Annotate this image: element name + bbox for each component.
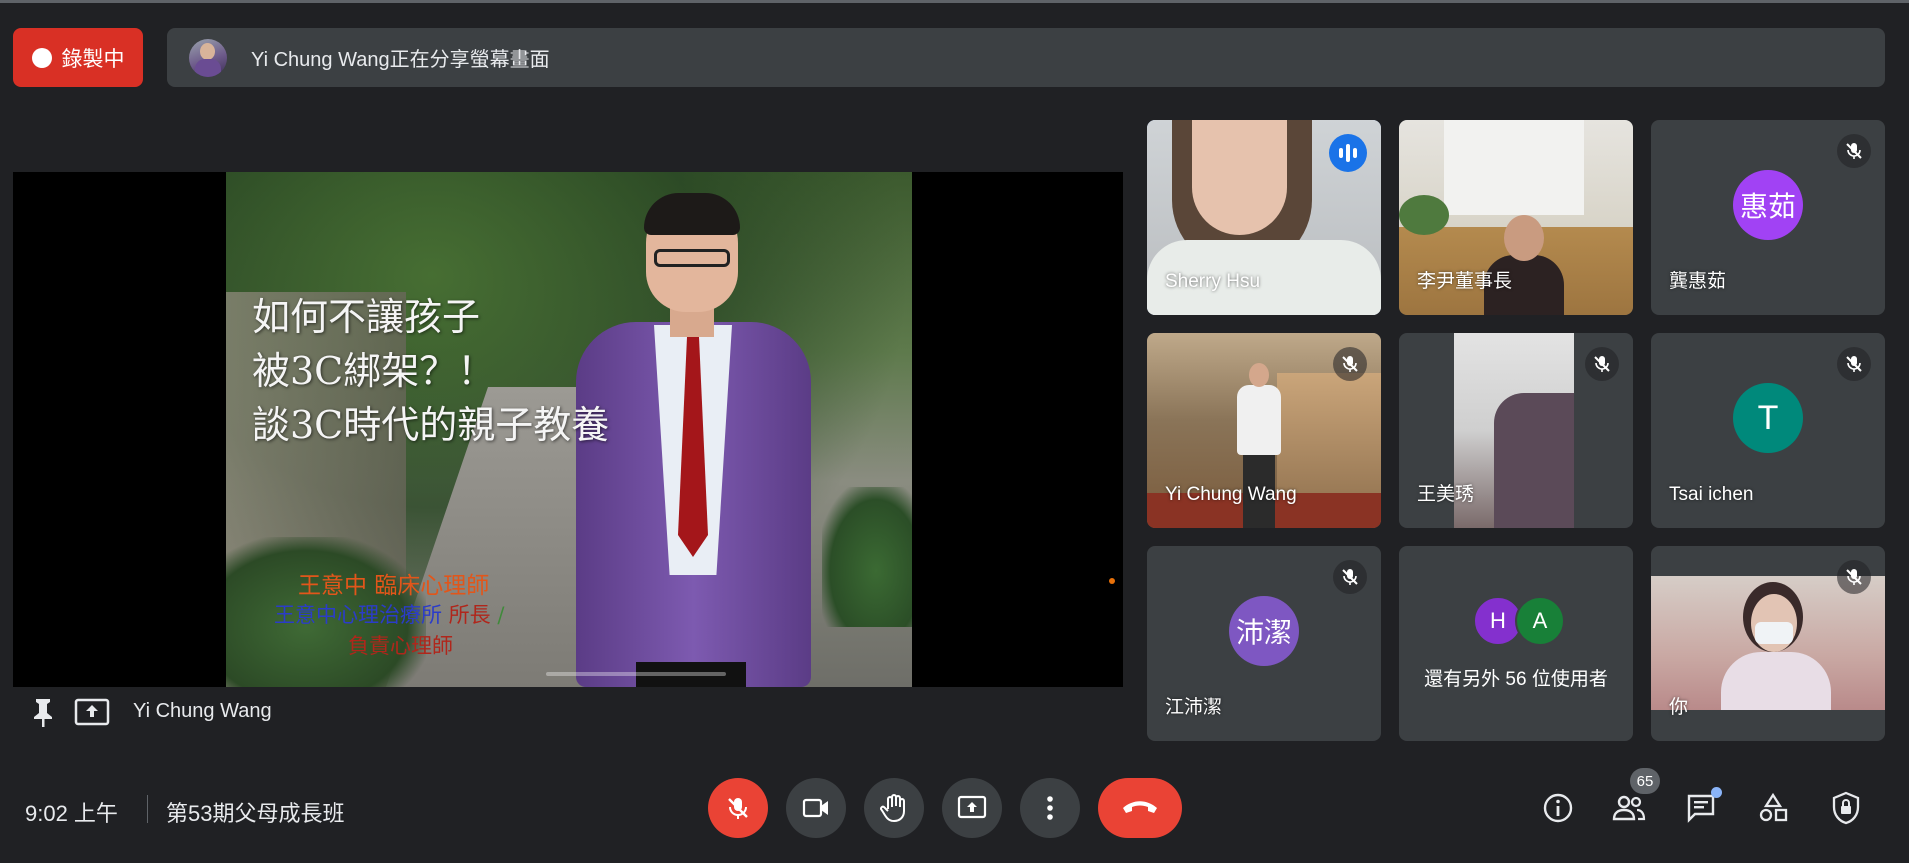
window-top-line: [0, 0, 1909, 3]
slide-title: 如何不讓孩子 被3C綁架？！ 談3C時代的親子教養: [252, 290, 609, 452]
participant-name: Sherry Hsu: [1165, 271, 1261, 292]
self-video: [1651, 576, 1885, 710]
present-now-button[interactable]: [942, 778, 1002, 838]
others-avatars: H A: [1473, 596, 1565, 646]
presentation-icon[interactable]: [74, 697, 110, 727]
pointer-dot: [1109, 578, 1115, 584]
participant-tile[interactable]: 惠茹 龔惠茹: [1651, 120, 1885, 315]
raise-hand-button[interactable]: [864, 778, 924, 838]
slide-scrollbar: [546, 672, 726, 676]
participant-count-badge: 65: [1630, 768, 1660, 794]
more-options-button[interactable]: [1020, 778, 1080, 838]
participant-tile[interactable]: T Tsai ichen: [1651, 333, 1885, 528]
mic-toggle-button[interactable]: [708, 778, 768, 838]
slide-credit-role: 所長: [442, 603, 491, 627]
screen-share-text: Yi Chung Wang正在分享螢幕畫面: [251, 49, 550, 71]
participant-name: 王美琇: [1417, 484, 1475, 505]
mic-off-icon: [1585, 347, 1619, 381]
mic-off-icon: [728, 798, 748, 819]
raise-hand-icon: [880, 794, 905, 823]
slide-credit-affiliation: 王意中心理治療所 所長 /: [274, 599, 504, 629]
participant-tile[interactable]: 李尹董事長: [1399, 120, 1633, 315]
participant-name: Yi Chung Wang: [1165, 484, 1297, 505]
speaking-indicator-icon: [1329, 134, 1367, 172]
participant-name: 龔惠茹: [1669, 271, 1727, 292]
participant-tile[interactable]: Yi Chung Wang: [1147, 333, 1381, 528]
participant-avatar: 沛潔: [1229, 596, 1299, 666]
participant-name: 江沛潔: [1165, 697, 1223, 718]
camera-toggle-button[interactable]: [786, 778, 846, 838]
slide-credit-title: 負責心理師: [348, 634, 453, 658]
participant-name: 李尹董事長: [1417, 271, 1513, 292]
recording-label: 錄製中: [61, 47, 125, 71]
participant-avatar: T: [1733, 383, 1803, 453]
others-tile[interactable]: H A 還有另外 56 位使用者: [1399, 546, 1633, 741]
participant-tile[interactable]: Sherry Hsu: [1147, 120, 1381, 315]
meeting-clock: 9:02 上午: [25, 801, 118, 826]
mic-off-icon: [1837, 347, 1871, 381]
host-controls-button[interactable]: [1828, 790, 1864, 826]
others-label: 還有另外 56 位使用者: [1424, 669, 1608, 690]
pin-icon[interactable]: [30, 697, 56, 727]
shared-screen[interactable]: 如何不讓孩子 被3C綁架？！ 談3C時代的親子教養 王意中 臨床心理師 王意中心…: [13, 172, 1123, 687]
participant-tile[interactable]: 沛潔 江沛潔: [1147, 546, 1381, 741]
participant-name: 你: [1669, 697, 1689, 718]
participant-name: Tsai ichen: [1669, 484, 1754, 505]
screen-share-banner: Yi Chung Wang正在分享螢幕畫面: [167, 28, 1885, 87]
mic-off-icon: [1837, 560, 1871, 594]
slide-title-line: 談3C時代的親子教養: [252, 403, 610, 447]
slide-title-line: 被3C綁架？！: [252, 349, 496, 393]
unread-chat-dot: [1711, 787, 1722, 798]
slide-credit-clinic: 王意中心理治療所: [274, 603, 442, 627]
participant-avatar: 惠茹: [1733, 170, 1803, 240]
activities-icon: [1759, 792, 1788, 822]
participant-tile[interactable]: 王美琇: [1399, 333, 1633, 528]
more-vert-icon: [1047, 796, 1053, 820]
others-avatar: A: [1515, 596, 1565, 646]
mic-off-icon: [1333, 560, 1367, 594]
info-icon: [1543, 793, 1573, 823]
meeting-details-button[interactable]: [1540, 790, 1576, 826]
meeting-name: 第53期父母成長班: [166, 801, 345, 826]
recording-dot-icon: [31, 47, 52, 68]
people-button[interactable]: [1611, 790, 1647, 826]
people-icon: [1612, 795, 1646, 821]
leave-call-button[interactable]: [1098, 778, 1182, 838]
mic-off-icon: [1333, 347, 1367, 381]
slide-credit-slash: /: [490, 603, 505, 627]
present-screen-icon: [957, 795, 987, 819]
slide: 如何不讓孩子 被3C綁架？！ 談3C時代的親子教養 王意中 臨床心理師 王意中心…: [226, 172, 912, 687]
mic-off-icon: [1837, 134, 1871, 168]
footer-divider: [147, 795, 148, 823]
recording-indicator[interactable]: 錄製中: [13, 28, 143, 87]
hang-up-icon: [1123, 801, 1157, 813]
presenter-name: Yi Chung Wang: [133, 700, 272, 722]
presenter-avatar: [189, 38, 227, 77]
slide-title-line: 如何不讓孩子: [252, 295, 481, 339]
activities-button[interactable]: [1755, 790, 1791, 826]
self-tile[interactable]: 你: [1651, 546, 1885, 741]
video-camera-icon: [802, 798, 828, 818]
slide-credit-name: 王意中 臨床心理師: [298, 573, 490, 599]
shield-lock-icon: [1832, 791, 1860, 825]
